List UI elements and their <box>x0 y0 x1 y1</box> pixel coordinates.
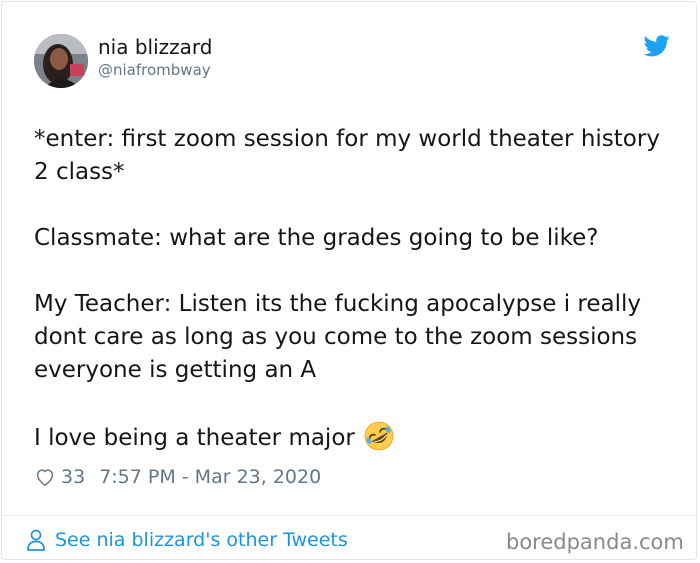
author-display-name[interactable]: nia blizzard <box>98 35 212 59</box>
tweet-card: nia blizzard @niafrombway *enter: first … <box>1 1 697 560</box>
heart-icon[interactable] <box>34 466 56 488</box>
tweet-paragraph: *enter: first zoom session for my world … <box>34 126 660 185</box>
tweet-paragraph: My Teacher: Listen its the fucking apoca… <box>34 291 641 383</box>
tweet-text: *enter: first zoom session for my world … <box>34 123 674 455</box>
avatar-photo <box>34 34 88 88</box>
rolling-on-the-floor-laughing-icon <box>364 421 394 451</box>
tweet-paragraph: Classmate: what are the grades going to … <box>34 225 599 251</box>
see-other-tweets-label[interactable]: See nia blizzard's other Tweets <box>55 529 348 551</box>
tweet-paragraph: I love being a theater major <box>34 425 355 451</box>
tweet-meta: 33 7:57 PM - Mar 23, 2020 <box>34 462 321 492</box>
see-other-tweets-link[interactable]: See nia blizzard's other Tweets <box>26 526 348 554</box>
twitter-bird-icon[interactable] <box>644 35 670 57</box>
site-watermark: boredpanda.com <box>506 530 684 554</box>
person-icon <box>27 529 45 551</box>
tweet-last-line: I love being a theater major <box>34 420 674 455</box>
like-count[interactable]: 33 <box>61 462 85 492</box>
author-handle[interactable]: @niafrombway <box>98 61 211 79</box>
avatar[interactable] <box>34 34 88 88</box>
divider <box>2 515 696 516</box>
tweet-timestamp[interactable]: 7:57 PM - Mar 23, 2020 <box>99 462 321 492</box>
